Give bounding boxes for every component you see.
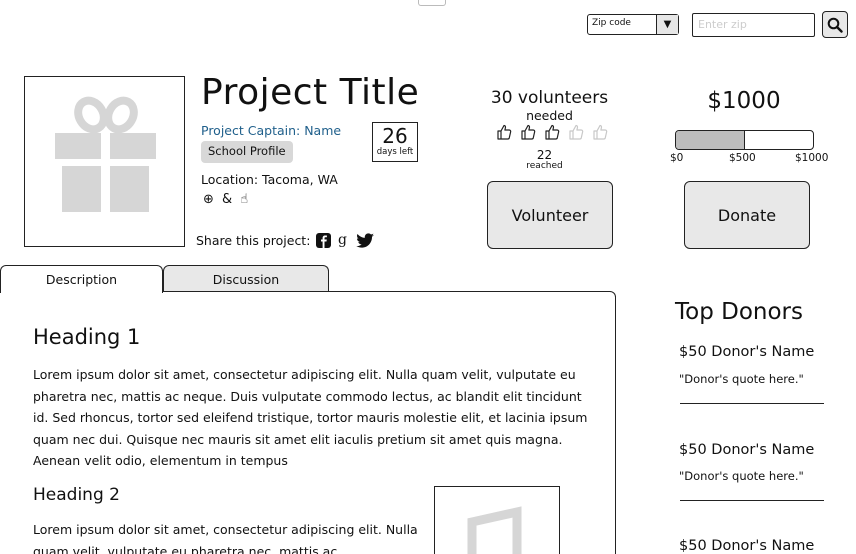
project-image bbox=[24, 76, 185, 247]
tab-discussion[interactable]: Discussion bbox=[163, 265, 329, 292]
progress-label-mid: $500 bbox=[729, 152, 756, 164]
zip-placeholder: Enter zip bbox=[698, 18, 747, 31]
content-paragraph-1: Lorem ipsum dolor sit amet, consectetur … bbox=[33, 367, 588, 468]
days-left-label: days left bbox=[376, 147, 414, 157]
google-plus-icon[interactable]: g bbox=[337, 232, 349, 248]
facebook-icon[interactable] bbox=[316, 232, 332, 248]
donor-separator bbox=[680, 500, 824, 501]
svg-text:g: g bbox=[338, 232, 347, 248]
search-icon bbox=[827, 17, 843, 33]
project-title: Project Title bbox=[201, 72, 420, 113]
volunteers-reached-label: reached bbox=[526, 161, 563, 171]
donate-button[interactable]: Donate bbox=[684, 181, 810, 249]
progress-label-max: $1000 bbox=[795, 152, 829, 164]
donor-separator bbox=[680, 403, 824, 404]
days-left-counter: 26 days left bbox=[372, 122, 418, 162]
days-left-number: 26 bbox=[382, 124, 408, 148]
volunteer-thumbs-rating bbox=[496, 124, 608, 140]
top-donors-title: Top Donors bbox=[675, 299, 803, 325]
progress-label-min: $0 bbox=[670, 152, 684, 164]
share-row: Share this project: g bbox=[196, 232, 375, 248]
donor-name: $50 Donor's Name bbox=[679, 538, 815, 554]
content-image-placeholder bbox=[434, 486, 560, 554]
thumbs-up-empty-icon bbox=[569, 124, 584, 140]
share-label: Share this project: bbox=[196, 232, 311, 248]
gift-icon bbox=[55, 96, 156, 212]
zip-input[interactable]: Enter zip bbox=[692, 13, 815, 37]
volunteers-count: 30 volunteers bbox=[490, 88, 609, 108]
volunteers-reached-number: 22 bbox=[536, 148, 553, 162]
zip-code-select[interactable]: Zip code ▼ bbox=[587, 14, 679, 35]
image-placeholder-icon bbox=[467, 506, 522, 554]
donor-quote: "Donor's quote here." bbox=[679, 469, 804, 483]
donation-goal-amount: $1000 bbox=[707, 88, 781, 114]
content-paragraph-2: Lorem ipsum dolor sit amet, consectetur … bbox=[33, 522, 418, 554]
twitter-icon[interactable] bbox=[355, 232, 375, 248]
dropdown-arrow-icon[interactable]: ▼ bbox=[656, 15, 678, 34]
school-profile-button[interactable]: School Profile bbox=[201, 141, 293, 163]
tab-description[interactable]: Description bbox=[0, 265, 163, 293]
zip-select-value: Zip code bbox=[592, 18, 631, 28]
thumbs-up-filled-icon bbox=[497, 124, 512, 140]
search-button[interactable] bbox=[822, 11, 848, 38]
thumbs-up-filled-icon bbox=[545, 124, 560, 140]
top-handle bbox=[418, 0, 446, 6]
donation-progress-fill bbox=[676, 131, 745, 149]
project-location: Location: Tacoma, WA bbox=[201, 172, 338, 187]
thumbs-up-empty-icon bbox=[593, 124, 608, 140]
volunteer-button[interactable]: Volunteer bbox=[487, 181, 613, 249]
project-captain-link[interactable]: Project Captain: Name bbox=[201, 123, 341, 138]
donor-name: $50 Donor's Name bbox=[679, 442, 815, 458]
volunteers-needed-label: needed bbox=[526, 108, 573, 123]
thumbs-up-filled-icon bbox=[521, 124, 536, 140]
content-heading-2: Heading 2 bbox=[33, 485, 120, 505]
location-icons: ⊕ & ☝ bbox=[203, 192, 251, 207]
donor-name: $50 Donor's Name bbox=[679, 344, 815, 360]
donation-progress-bar bbox=[675, 130, 814, 150]
content-heading-1: Heading 1 bbox=[33, 325, 141, 349]
donor-quote: "Donor's quote here." bbox=[679, 372, 804, 386]
